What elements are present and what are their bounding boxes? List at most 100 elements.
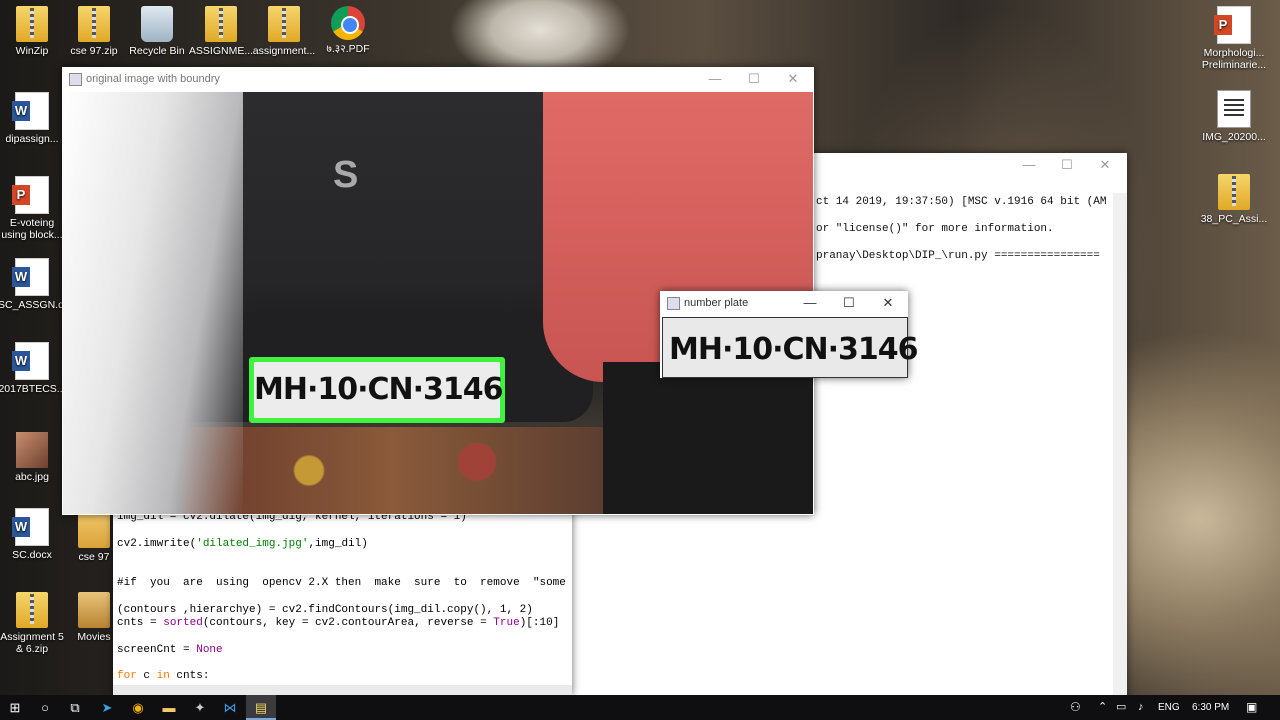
- code-text: (contours, key = cv2.contourArea, revers…: [202, 617, 494, 629]
- desktop-icon-winzip[interactable]: WinZip: [0, 6, 66, 57]
- black-pants: [603, 362, 813, 514]
- minimize-button[interactable]: —: [1010, 153, 1048, 177]
- desktop-icon-label: WinZip: [15, 45, 49, 57]
- windows-start-icon[interactable]: ⊞: [0, 695, 30, 720]
- zip-icon: [268, 6, 300, 42]
- shell-line: or "license()" for more information.: [816, 223, 1054, 235]
- desktop-icon-2017btecs[interactable]: 2017BTECS...: [0, 342, 66, 395]
- python-idle-icon[interactable]: ▤: [246, 695, 276, 720]
- desktop-icon-label: ७.३२.PDF: [326, 43, 370, 55]
- desktop-icon-label: Movies: [77, 631, 111, 643]
- white-cloth: [63, 92, 243, 514]
- chrome-icon: [331, 6, 365, 40]
- desktop-icon-label: IMG_20200...: [1202, 131, 1266, 143]
- code-keyword: in: [156, 670, 170, 682]
- desktop-icon-recycle-bin[interactable]: Recycle Bin: [123, 6, 191, 57]
- show-hidden-icons-icon[interactable]: ⌃: [1098, 695, 1107, 720]
- code-editor-window[interactable]: img_dil = cv2.dilate(img_dig, kernel, it…: [113, 505, 572, 695]
- desktop-icon-assignment56[interactable]: Assignment 5 & 6.zip: [0, 592, 66, 655]
- desktop-icon-assignme[interactable]: ASSIGNME...: [187, 6, 255, 57]
- people-icon[interactable]: ⚇: [1070, 695, 1081, 720]
- shell-line: pranay\Desktop\DIP_\run.py =============…: [816, 250, 1100, 262]
- word-doc-icon: [12, 342, 49, 380]
- code-text: screenCnt =: [117, 644, 197, 656]
- winzip-icon: [16, 6, 48, 42]
- desktop-icon-label: Assignment 5 & 6.zip: [0, 631, 64, 655]
- code-line: cv2.imwrite('dilated_img.jpg',img_dil): [117, 538, 368, 550]
- desktop-icon-img-2020[interactable]: IMG_20200...: [1200, 90, 1268, 143]
- image-file-icon: [16, 432, 48, 468]
- editor-scrollbar[interactable]: [113, 685, 572, 695]
- desktop-icon-label: Recycle Bin: [129, 45, 185, 57]
- desktop-icon-abc-jpg[interactable]: abc.jpg: [0, 432, 66, 483]
- language-indicator[interactable]: ENG: [1158, 695, 1180, 720]
- code-text: cnts:: [169, 670, 210, 682]
- desktop-icon-label: ASSIGNME...: [188, 45, 254, 57]
- settings-app-icon[interactable]: ✦: [185, 695, 215, 720]
- desktop-icon-38-pc-assi[interactable]: 38_PC_Assi...: [1200, 174, 1268, 225]
- zip-icon: [16, 592, 48, 628]
- desktop-icon-label: cse 97: [78, 551, 110, 563]
- taskbar: ⊞ ○ ⧉ ➤ ◉ ▬ ✦ ⋈ ▤ ⚇ ⌃ ▭ ♪ ENG 6:30 PM ▣: [0, 695, 1280, 720]
- image-window-titlebar[interactable]: original image with boundry — ☐ ✕: [62, 67, 814, 91]
- code-line: screenCnt = None: [117, 644, 223, 656]
- minimize-button[interactable]: —: [791, 291, 829, 315]
- cropped-plate-text: MH·10·CN·3146: [669, 332, 919, 367]
- file-explorer-icon[interactable]: ▬: [154, 695, 184, 720]
- code-text: ,img_dil): [308, 538, 368, 550]
- vscode-icon[interactable]: ⋈: [215, 695, 245, 720]
- window-title: number plate: [684, 297, 749, 309]
- maximize-button[interactable]: ☐: [735, 67, 773, 91]
- desktop-icon-label: 2017BTECS...: [0, 383, 66, 395]
- desktop-icon-label: Morphologi... Preliminarie...: [1201, 47, 1267, 71]
- code-text: )[:10]: [519, 617, 560, 629]
- chrome-icon[interactable]: ◉: [123, 695, 153, 720]
- desktop-icon-morphological[interactable]: Morphologi... Preliminarie...: [1200, 6, 1268, 71]
- number-plate-window[interactable]: number plate — ☐ ✕ MH·10·CN·3146: [660, 291, 919, 378]
- code-builtin: True: [493, 617, 520, 629]
- volume-icon[interactable]: ♪: [1138, 695, 1144, 720]
- folder-icon: [78, 512, 110, 548]
- code-line: for c in cnts:: [117, 670, 209, 682]
- desktop-icon-label: 38_PC_Assi...: [1200, 213, 1268, 225]
- word-doc-icon: [12, 508, 49, 546]
- paving-tiles: [183, 427, 603, 514]
- close-button[interactable]: ✕: [869, 291, 907, 315]
- code-builtin: sorted: [163, 617, 203, 629]
- maximize-button[interactable]: ☐: [830, 291, 868, 315]
- minimize-button[interactable]: —: [696, 67, 734, 91]
- desktop-icon-label: abc.jpg: [15, 471, 49, 483]
- desktop-icon-sc-assgn[interactable]: SC_ASSGN.d...: [0, 258, 73, 311]
- close-button[interactable]: ✕: [1086, 153, 1124, 177]
- desktop-icon-sc-docx[interactable]: SC.docx: [0, 508, 66, 561]
- telegram-icon[interactable]: ➤: [92, 695, 122, 720]
- code-string: 'dilated_img.jpg': [196, 538, 309, 550]
- maximize-button[interactable]: ☐: [1048, 153, 1086, 177]
- desktop-icon-evoteing[interactable]: E-voteing using block...: [0, 176, 66, 241]
- desktop-icon-assignment[interactable]: assignment...: [250, 6, 318, 57]
- code-builtin: None: [196, 644, 223, 656]
- close-button[interactable]: ✕: [774, 67, 812, 91]
- clock[interactable]: 6:30 PM: [1192, 695, 1229, 720]
- suzuki-logo-icon: S: [333, 154, 359, 196]
- plate-window-titlebar[interactable]: number plate — ☐ ✕: [660, 291, 908, 315]
- task-view-icon[interactable]: ⧉: [60, 695, 90, 720]
- desktop-icon-pdf[interactable]: ७.३२.PDF: [314, 6, 382, 55]
- desktop-icon-cse97-zip[interactable]: cse 97.zip: [60, 6, 128, 57]
- desktop-icon-label: assignment...: [252, 45, 316, 57]
- folder-icon: [78, 592, 110, 628]
- recycle-bin-icon: [141, 6, 173, 42]
- zip-icon: [205, 6, 237, 42]
- desktop-icon-dipassign[interactable]: dipassign...: [0, 92, 66, 145]
- network-icon[interactable]: ▭: [1116, 695, 1126, 720]
- shell-scrollbar[interactable]: [1113, 193, 1127, 698]
- zip-icon: [1218, 174, 1250, 210]
- powerpoint-icon: [12, 176, 49, 214]
- notification-icon[interactable]: ▣: [1246, 695, 1257, 720]
- detected-number-plate: MH·10·CN·3146: [249, 357, 505, 423]
- code-text: c: [136, 670, 157, 682]
- search-icon[interactable]: ○: [30, 695, 60, 720]
- window-app-icon: [69, 73, 82, 86]
- code-line: (contours ,hierarchye) = cv2.findContour…: [117, 604, 533, 616]
- cropped-plate-image: MH·10·CN·3146: [662, 317, 919, 378]
